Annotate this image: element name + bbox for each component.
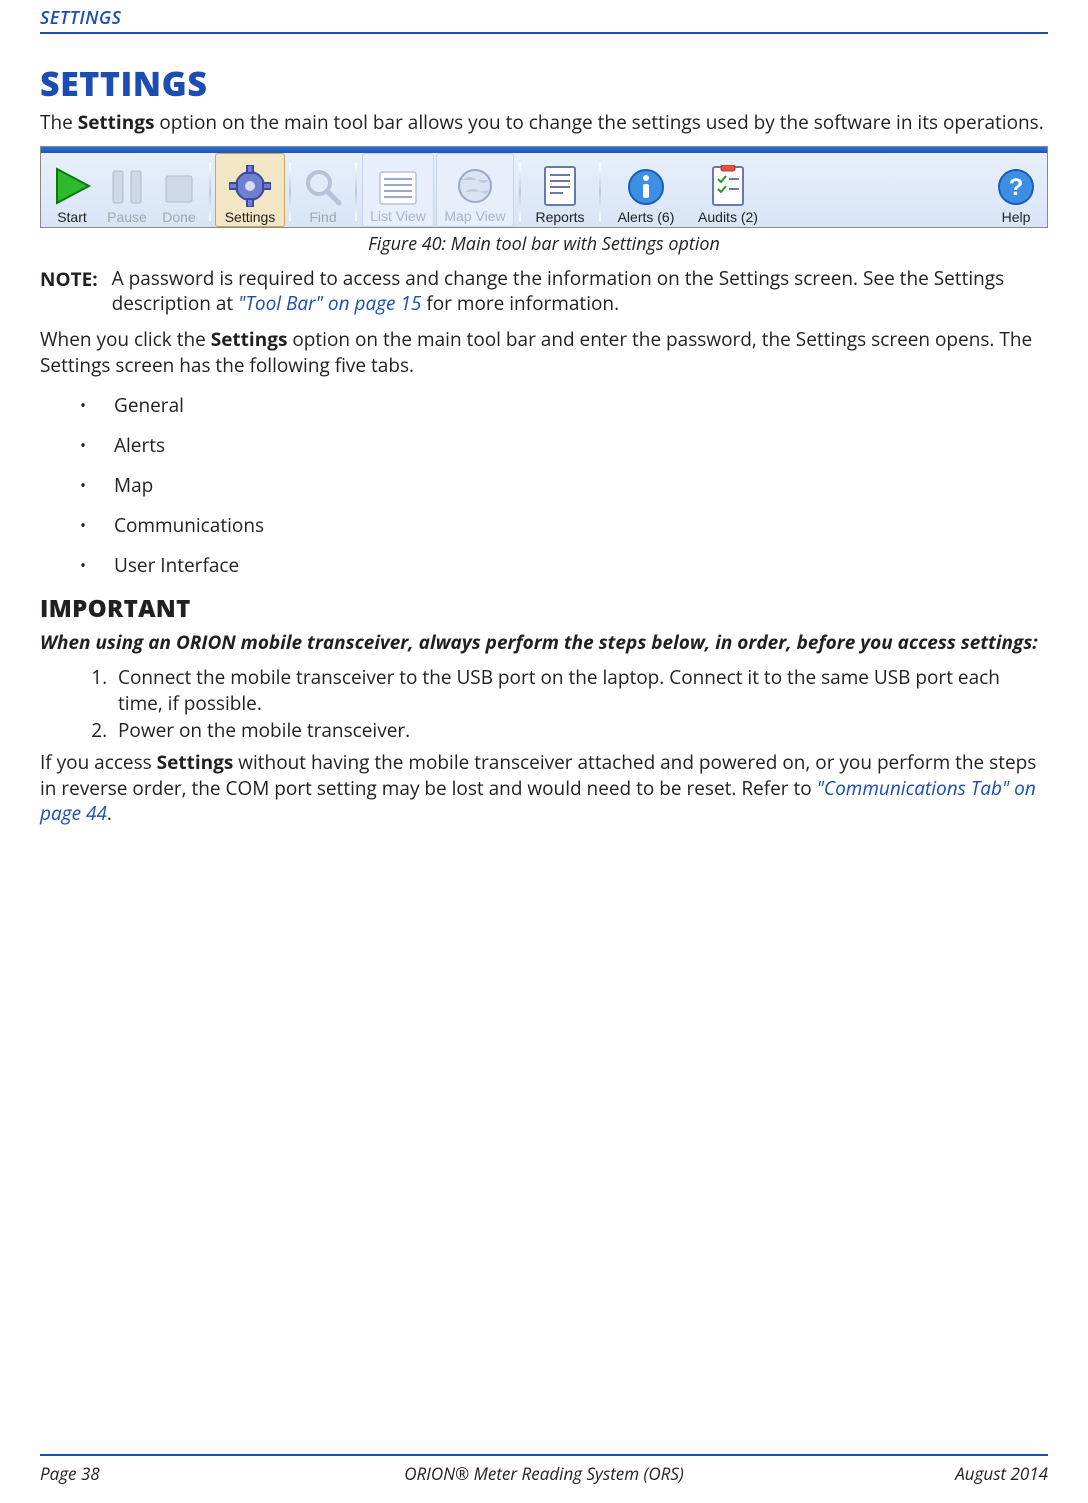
audits-label: Audits (2) [698, 209, 758, 225]
list-item: Connect the mobile transceiver to the US… [112, 665, 1048, 716]
report-icon [541, 165, 579, 207]
list-view-label: List View [370, 208, 426, 224]
list-item: Map [80, 472, 1048, 498]
pause-icon [109, 167, 145, 207]
intro-text-post: option on the main tool bar allows you t… [154, 109, 1043, 135]
intro-paragraph: The Settings option on the main tool bar… [40, 110, 1048, 136]
start-button[interactable]: Start [43, 153, 101, 227]
after-note-pre: When you click the [40, 326, 211, 352]
note-body: A password is required to access and cha… [112, 266, 1048, 317]
svg-text:?: ? [1009, 174, 1024, 201]
list-icon [378, 170, 418, 206]
footer-rule [40, 1454, 1048, 1456]
pause-button[interactable]: Pause [101, 153, 153, 227]
header-rule [40, 32, 1048, 34]
alerts-label: Alerts (6) [618, 209, 675, 225]
toolbar-separator [289, 163, 291, 221]
figure-caption: Figure 40: Main tool bar with Settings o… [40, 232, 1048, 256]
reports-button[interactable]: Reports [525, 153, 595, 227]
map-view-tab[interactable]: Map View [436, 153, 514, 227]
important-lead: When using an ORION mobile transceiver, … [40, 629, 1048, 655]
note-text-post: for more information. [421, 290, 619, 316]
tabs-list: General Alerts Map Communications User I… [40, 392, 1048, 578]
list-item: Communications [80, 512, 1048, 538]
toolbar-separator [209, 163, 211, 221]
done-label: Done [162, 209, 195, 225]
play-icon [51, 165, 93, 207]
toolbar-separator [355, 163, 357, 221]
help-label: Help [1002, 209, 1031, 225]
settings-label: Settings [225, 209, 276, 225]
audits-button[interactable]: Audits (2) [687, 153, 769, 227]
after-note-paragraph: When you click the Settings option on th… [40, 327, 1048, 378]
info-icon [626, 167, 666, 207]
tail-post: . [107, 800, 112, 826]
main-toolbar: Start Pause Done [41, 153, 1047, 227]
steps-list: Connect the mobile transceiver to the US… [40, 665, 1048, 744]
checklist-icon [709, 165, 747, 207]
alerts-button[interactable]: Alerts (6) [605, 153, 687, 227]
pause-label: Pause [107, 209, 147, 225]
page-footer: Page 38 ORION® Meter Reading System (ORS… [40, 1454, 1048, 1485]
toolbar-page-link[interactable]: "Tool Bar" on page 15 [238, 290, 421, 316]
tail-bold: Settings [157, 749, 234, 775]
tail-pre: If you access [40, 749, 157, 775]
find-label: Find [309, 209, 336, 225]
intro-text-pre: The [40, 109, 78, 135]
settings-button[interactable]: Settings [215, 153, 285, 227]
list-item: Alerts [80, 432, 1048, 458]
reports-label: Reports [535, 209, 584, 225]
help-button[interactable]: ? Help [987, 153, 1045, 227]
list-item: Power on the mobile transceiver. [112, 718, 1048, 744]
stop-icon [161, 171, 197, 207]
after-note-bold: Settings [211, 326, 288, 352]
done-button[interactable]: Done [153, 153, 205, 227]
running-header: SETTINGS [40, 0, 1048, 30]
toolbar-separator [519, 163, 521, 221]
search-icon [303, 167, 343, 207]
footer-date: August 2014 [712, 1462, 1048, 1485]
globe-icon [455, 166, 495, 206]
toolbar-separator [599, 163, 601, 221]
note-label: NOTE: [40, 266, 98, 317]
footer-page-number: Page 38 [40, 1462, 376, 1485]
note-block: NOTE: A password is required to access a… [40, 266, 1048, 317]
important-tail: If you access Settings without having th… [40, 750, 1048, 827]
toolbar-screenshot: Start Pause Done [40, 146, 1048, 228]
find-button[interactable]: Find [295, 153, 351, 227]
list-item: User Interface [80, 552, 1048, 578]
list-item: General [80, 392, 1048, 418]
start-label: Start [57, 209, 87, 225]
map-view-label: Map View [444, 208, 505, 224]
list-view-tab[interactable]: List View [362, 153, 434, 227]
footer-center-text: ORION® Meter Reading System (ORS) [376, 1462, 712, 1485]
page-title: SETTINGS [40, 60, 1048, 106]
important-heading: IMPORTANT [40, 592, 1048, 625]
gear-icon [229, 165, 271, 207]
help-icon: ? [996, 167, 1036, 207]
intro-bold: Settings [78, 109, 155, 135]
